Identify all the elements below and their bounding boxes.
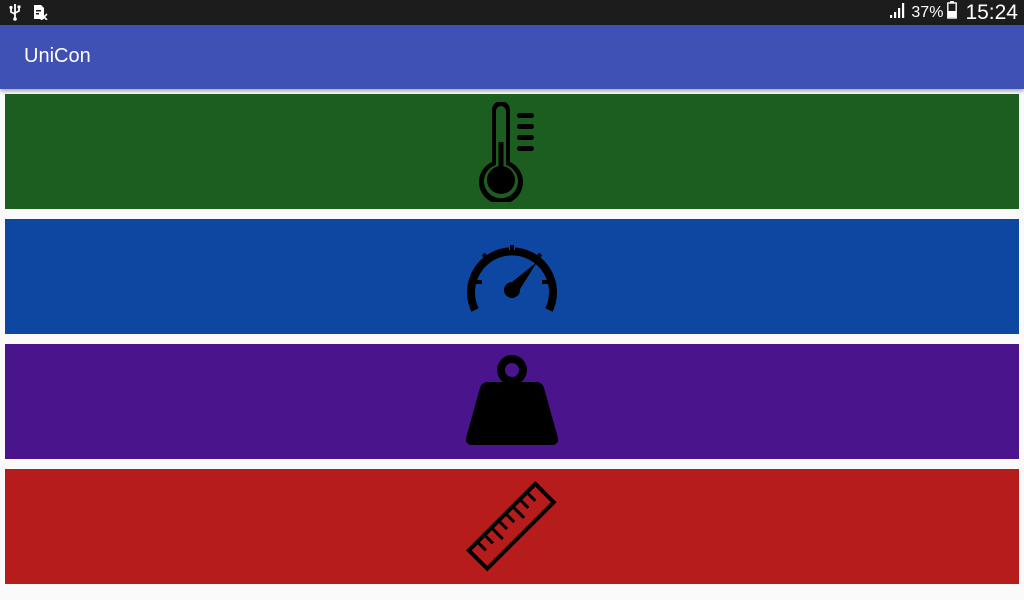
weight-icon (462, 352, 562, 452)
usb-icon (8, 3, 22, 26)
battery-percent: 37% (911, 3, 944, 21)
speed-category-tile[interactable] (5, 219, 1019, 334)
thermometer-icon (477, 101, 547, 202)
speedometer-icon (462, 237, 562, 317)
app-bar: UniCon (0, 25, 1024, 89)
clock: 15:24 (965, 0, 1018, 24)
weight-category-tile[interactable] (5, 344, 1019, 459)
status-bar: 37% 15:24 (0, 0, 1024, 25)
signal-icon (889, 2, 907, 23)
temperature-category-tile[interactable] (5, 94, 1019, 209)
sim-card-disabled-icon (32, 4, 48, 25)
length-category-tile[interactable] (5, 469, 1019, 584)
ruler-icon (462, 477, 562, 577)
app-title: UniCon (24, 45, 91, 67)
battery-icon (947, 1, 958, 24)
